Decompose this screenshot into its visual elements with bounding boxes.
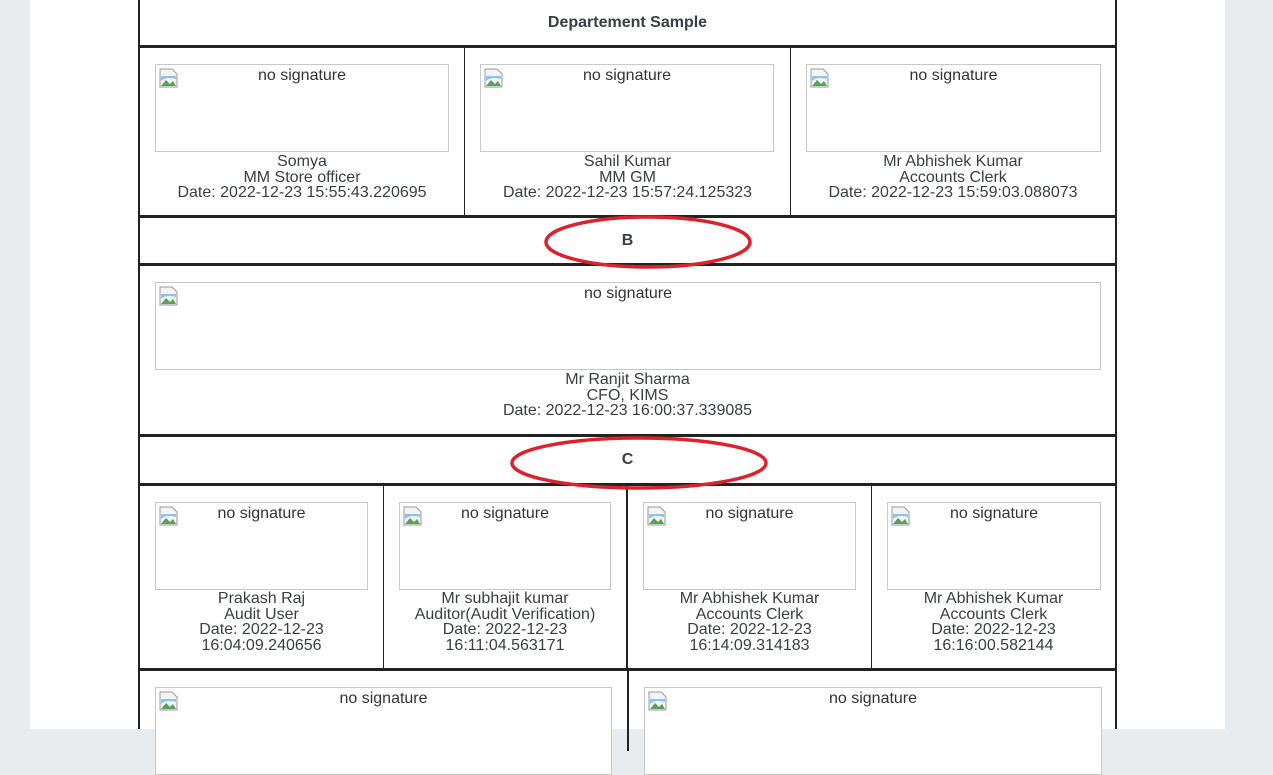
signer-name: Sahil Kumar [583, 153, 672, 170]
section-header-c: C [140, 437, 1115, 486]
signer-info: Sahil Kumar MM GM Date: 2022-12-23 15:57… [465, 154, 790, 201]
signature-date: Date: 2022-12-23 15:57:24.125323 [502, 184, 753, 201]
signature-alt-text: no signature [583, 285, 673, 302]
signature-image: no signature [887, 502, 1101, 590]
signature-alt-text: no signature [460, 505, 550, 522]
signer-info: Mr subhajit kumar Auditor(Audit Verifica… [384, 591, 626, 653]
signature-alt-text: no signature [705, 505, 794, 522]
signer-role: Auditor(Audit Verification) [414, 605, 596, 623]
signature-row-departement: no signature Somya MM Store officer Date… [140, 48, 1115, 218]
signature-row-c: no signature Prakash Raj Audit User Date… [140, 486, 1115, 671]
signature-time: 16:14:09.314183 [689, 636, 810, 654]
signer-info: Mr Ranjit Sharma CFO, KIMS Date: 2022-12… [140, 372, 1115, 419]
signature-date: Date: 2022-12-23 16:00:37.339085 [502, 402, 753, 419]
signature-cell: no signature Prakash Raj Audit User Date… [140, 486, 384, 668]
signature-image: no signature [155, 687, 612, 775]
signer-role: CFO, KIMS [586, 386, 669, 404]
signature-time: 16:11:04.563171 [445, 636, 565, 654]
signature-image: no signature [480, 64, 774, 152]
signature-image: no signature [643, 502, 856, 590]
signer-name: Prakash Raj [217, 590, 306, 607]
signature-date: Date: 2022-12-23 [199, 621, 324, 638]
signature-image: no signature [399, 502, 611, 590]
signature-image: no signature [644, 687, 1102, 775]
signature-cell: no signature Mr Ranjit Sharma CFO, KIMS … [140, 266, 1115, 434]
signer-role: Accounts Clerk [939, 605, 1048, 623]
signature-row-b: no signature Mr Ranjit Sharma CFO, KIMS … [140, 266, 1115, 437]
signature-alt-text: no signature [909, 67, 998, 84]
signature-date: Date: 2022-12-23 15:55:43.220695 [177, 184, 427, 201]
signer-role: MM GM [599, 168, 656, 186]
signature-cell: no signature Mr Abhishek Kumar Accounts … [791, 48, 1115, 215]
signature-alt-text: no signature [582, 67, 672, 84]
signature-date: Date: 2022-12-23 [687, 621, 812, 638]
signer-name: Mr subhajit kumar [441, 590, 569, 607]
approval-sheet: Departement Sample no signature Somya MM… [138, 0, 1117, 775]
section-title: B [621, 231, 634, 249]
signature-date: Date: 2022-12-23 [931, 621, 1056, 638]
page-background: Departement Sample no signature Somya MM… [30, 0, 1225, 775]
signature-date: Date: 2022-12-23 15:59:03.088073 [828, 184, 1078, 201]
signature-cell: no signature [629, 671, 1115, 775]
signer-role: Audit User [224, 605, 299, 623]
signature-image: no signature [155, 64, 449, 152]
section-title: C [621, 451, 634, 468]
signature-alt-text: no signature [257, 67, 347, 84]
signature-image: no signature [155, 502, 368, 590]
signer-name: Mr Abhishek Kumar [883, 153, 1023, 170]
signer-name: Somya [277, 153, 327, 170]
signature-image: no signature [806, 64, 1101, 152]
signer-name: Mr Abhishek Kumar [923, 590, 1064, 607]
signature-row-d: no signature no signature [140, 671, 1115, 775]
signature-time: 16:04:09.240656 [201, 636, 322, 654]
section-title: Departement Sample [547, 13, 708, 31]
section-header-departement: Departement Sample [140, 0, 1115, 48]
signer-info: Mr Abhishek Kumar Accounts Clerk Date: 2… [872, 591, 1115, 653]
signature-date: Date: 2022-12-23 [442, 621, 568, 638]
signature-alt-text: no signature [217, 505, 306, 522]
signer-name: Mr Abhishek Kumar [679, 590, 820, 607]
signature-alt-text: no signature [828, 690, 918, 707]
signature-cell: no signature Sahil Kumar MM GM Date: 202… [465, 48, 791, 215]
signer-role: Accounts Clerk [899, 168, 1007, 186]
signer-info: Mr Abhishek Kumar Accounts Clerk Date: 2… [791, 154, 1115, 201]
signature-image: no signature [155, 282, 1101, 370]
signature-cell: no signature Somya MM Store officer Date… [140, 48, 465, 215]
signature-alt-text: no signature [949, 505, 1039, 522]
signature-alt-text: no signature [339, 690, 428, 707]
signer-role: Accounts Clerk [695, 605, 804, 623]
section-header-b: B [140, 218, 1115, 266]
signature-cell: no signature [140, 671, 629, 775]
signer-name: Mr Ranjit Sharma [565, 371, 690, 388]
signer-role: MM Store officer [243, 168, 361, 186]
signature-cell: no signature Mr subhajit kumar Auditor(A… [384, 486, 628, 668]
signature-cell: no signature Mr Abhishek Kumar Accounts … [872, 486, 1115, 668]
signer-info: Prakash Raj Audit User Date: 2022-12-23 … [140, 591, 383, 653]
signature-time: 16:16:00.582144 [933, 636, 1054, 654]
signer-info: Somya MM Store officer Date: 2022-12-23 … [140, 154, 464, 201]
signature-cell: no signature Mr Abhishek Kumar Accounts … [628, 486, 872, 668]
signer-info: Mr Abhishek Kumar Accounts Clerk Date: 2… [628, 591, 871, 653]
